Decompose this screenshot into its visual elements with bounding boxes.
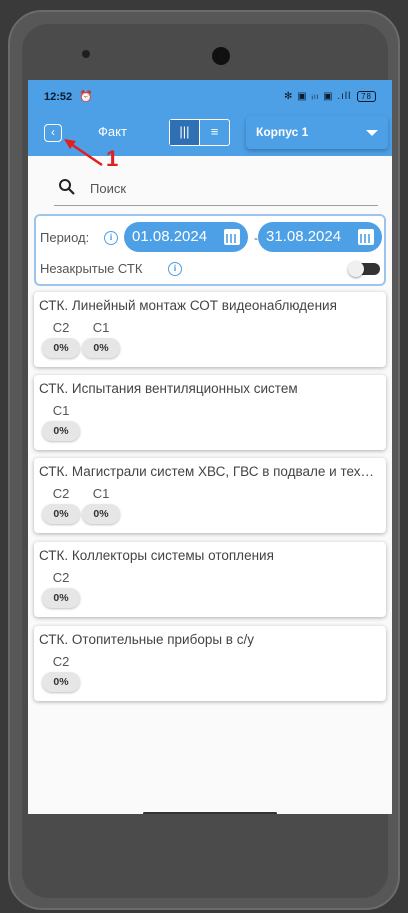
progress-badge: 0% (42, 588, 80, 608)
progress-badge: 0% (82, 504, 120, 524)
stage-column: С1 0% (82, 320, 120, 358)
progress-badge: 0% (42, 421, 80, 441)
app-screen: 12:52 ⏰ ✻ ▣ ᵢₗₗ ▣ .ıll 78 ‹ Факт ||| ≡ К… (28, 80, 392, 814)
stk-card-title: СТК. Магистрали систем ХВС, ГВС в подвал… (39, 464, 381, 479)
info-icon[interactable]: i (168, 262, 182, 276)
building-select-label: Корпус 1 (256, 125, 309, 139)
stage-column: С2 0% (42, 570, 80, 608)
chevron-left-icon: ‹ (51, 125, 55, 139)
stk-card[interactable]: СТК. Магистрали систем ХВС, ГВС в подвал… (34, 458, 386, 533)
toggle-knob (348, 261, 364, 277)
chevron-down-icon (366, 130, 378, 136)
speaker-icon (82, 50, 90, 58)
stk-card[interactable]: СТК. Испытания вентиляционных систем С1 … (34, 375, 386, 450)
signal-icons: ✻ ▣ ᵢₗₗ ▣ .ıll (284, 91, 352, 102)
annotation-number: 1 (106, 146, 119, 171)
stage-label: С2 (52, 570, 70, 585)
progress-badge: 0% (42, 338, 80, 358)
search-icon (59, 179, 75, 195)
building-select[interactable]: Корпус 1 (246, 116, 388, 149)
home-indicator[interactable] (143, 812, 277, 814)
stk-card[interactable]: СТК. Отопительные приборы в с/у С2 0% (34, 626, 386, 701)
stk-card-title: СТК. Отопительные приборы в с/у (39, 632, 254, 647)
stage-label: С1 (92, 320, 110, 335)
columns-view-button[interactable]: ||| (170, 120, 199, 145)
stk-card-title: СТК. Коллекторы системы отопления (39, 548, 274, 563)
calendar-icon (224, 229, 240, 245)
progress-badge: 0% (42, 672, 80, 692)
stk-card[interactable]: СТК. Линейный монтаж СОТ видеонаблюдения… (34, 292, 386, 367)
date-from-value: 01.08.2024 (132, 228, 208, 245)
date-to-button[interactable]: 31.08.2024 (258, 222, 382, 252)
progress-badge: 0% (82, 338, 120, 358)
stage-column: С2 0% (42, 654, 80, 692)
stage-label: С2 (52, 654, 70, 669)
status-bar: 12:52 ⏰ ✻ ▣ ᵢₗₗ ▣ .ıll 78 (28, 80, 392, 114)
stk-card-title: СТК. Линейный монтаж СОТ видеонаблюдения (39, 298, 337, 313)
stage-label: С2 (52, 320, 70, 335)
stage-column: С1 0% (42, 403, 80, 441)
camera-icon (212, 47, 230, 65)
unclosed-toggle[interactable] (348, 261, 380, 277)
period-filter: Период: i 01.08.2024 - 31.08.2024 Незакр… (34, 214, 386, 286)
date-to-value: 31.08.2024 (266, 228, 342, 245)
progress-badge: 0% (42, 504, 80, 524)
stk-card-title: СТК. Испытания вентиляционных систем (39, 381, 298, 396)
unclosed-label: Незакрытые СТК (40, 261, 143, 276)
view-toggle: ||| ≡ (169, 119, 230, 146)
info-icon[interactable]: i (104, 231, 118, 245)
search-bar (54, 172, 378, 206)
stage-label: С1 (92, 486, 110, 501)
stage-column: С2 0% (42, 320, 80, 358)
date-from-button[interactable]: 01.08.2024 (124, 222, 248, 252)
stage-column: С1 0% (82, 486, 120, 524)
stage-label: С1 (52, 403, 70, 418)
battery-icon: 78 (357, 91, 376, 102)
status-time: 12:52 (44, 91, 73, 103)
period-label: Период: (40, 230, 90, 245)
list-view-icon: ≡ (210, 124, 219, 139)
calendar-icon (358, 229, 374, 245)
stage-label: С2 (52, 486, 70, 501)
stage-column: С2 0% (42, 486, 80, 524)
status-icons: ✻ ▣ ᵢₗₗ ▣ .ıll 78 (284, 91, 376, 102)
search-input[interactable] (90, 178, 370, 198)
stk-card[interactable]: СТК. Коллекторы системы отопления С2 0% (34, 542, 386, 617)
list-view-button[interactable]: ≡ (199, 120, 229, 145)
columns-view-icon: ||| (179, 124, 190, 139)
alarm-clock-icon: ⏰ (79, 91, 93, 103)
